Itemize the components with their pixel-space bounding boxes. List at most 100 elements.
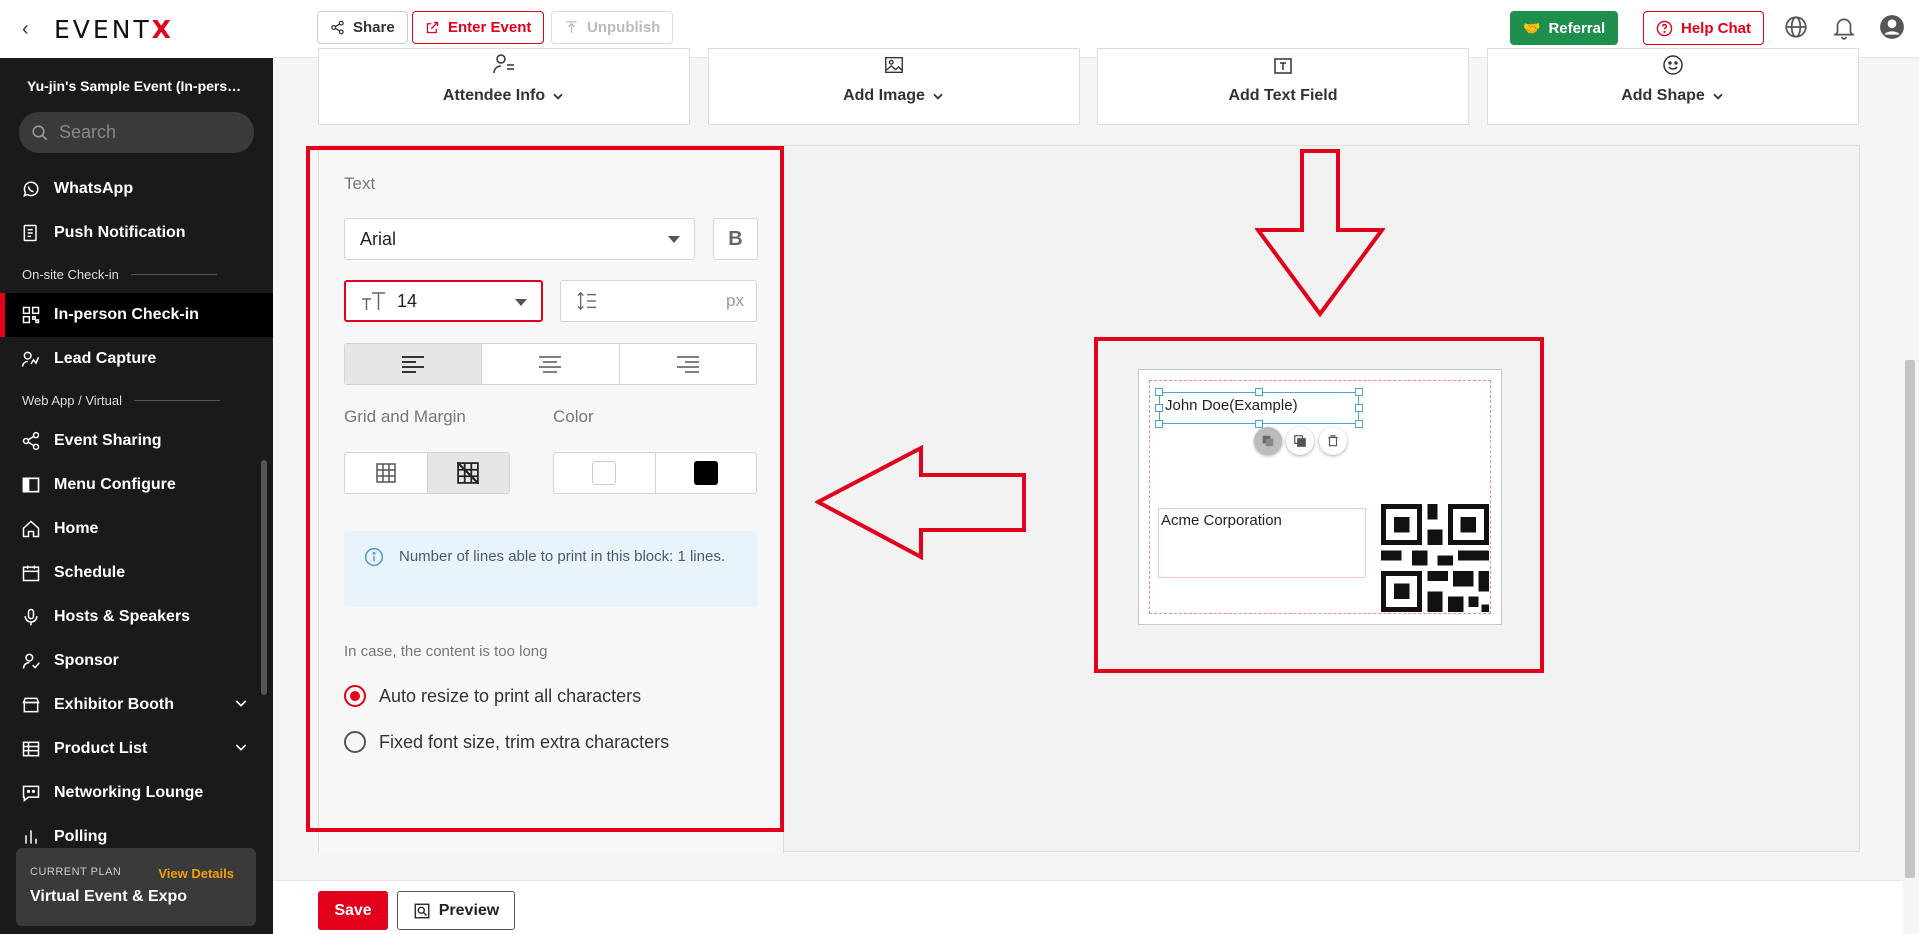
align-center-button[interactable] [482,344,620,384]
home-icon [20,518,42,540]
chevron-down-icon[interactable] [233,695,249,711]
resize-handle[interactable] [1155,388,1163,396]
sidebar-item-sponsor[interactable]: Sponsor [0,639,273,683]
unpublish-button[interactable]: Unpublish [551,11,674,44]
help-chat-button[interactable]: Help Chat [1643,11,1765,45]
align-left-button[interactable] [345,344,483,384]
main-scrollbar[interactable] [1905,360,1915,878]
attendee-info-tool[interactable]: Attendee Info [318,48,690,125]
qr-code-icon [20,304,42,326]
info-text: Number of lines able to print in this bl… [399,548,725,565]
referral-label: Referral [1548,19,1606,37]
grid-off-icon [457,462,480,484]
radio-unchecked[interactable] [344,731,366,753]
bell-icon[interactable] [1831,14,1857,40]
badge-canvas[interactable]: John Doe(Example) Acme Corporation [1138,369,1502,625]
bold-toggle[interactable]: B [713,218,758,260]
account-icon[interactable] [1879,14,1905,40]
sidebar-item-label: WhatsApp [54,180,134,197]
company-text-field[interactable]: Acme Corporation [1158,508,1366,578]
color-label: Color [553,407,594,426]
fixed-font-option[interactable]: Fixed font size, trim extra characters [344,731,669,753]
search-input[interactable] [59,122,229,143]
qr-code [1381,504,1489,612]
sidebar-item-whatsapp[interactable]: WhatsApp [0,167,273,211]
sidebar-item-label: Product List [54,740,148,757]
caret-down-icon [515,299,527,306]
resize-handle[interactable] [1355,404,1363,412]
resize-handle[interactable] [1255,388,1263,396]
align-right-button[interactable] [620,344,756,384]
resize-handle[interactable] [1355,388,1363,396]
lines-info-box: Number of lines able to print in this bl… [344,531,757,607]
resize-handle[interactable] [1255,420,1263,428]
save-button[interactable]: Save [318,891,388,930]
sidebar-item-product-list[interactable]: Product List [0,727,273,771]
grid-toggle-group [344,452,510,494]
view-details-link[interactable]: View Details [158,866,234,881]
trash-icon[interactable] [1319,427,1347,455]
smiley-icon [1663,55,1683,75]
sidebar-scrollbar[interactable] [261,460,267,695]
add-image-tool[interactable]: Add Image [708,48,1080,125]
align-right-icon [676,356,699,373]
sidebar-search[interactable] [19,112,254,153]
text-field-icon [1274,58,1292,74]
footer-bar [273,880,1903,934]
font-family-select[interactable]: Arial [344,218,695,260]
enter-event-button[interactable]: Enter Event [412,11,545,44]
sponsor-icon [20,650,42,672]
share-icon [20,430,42,452]
sidebar-item-label: Hosts & Speakers [54,608,191,625]
grid-margin-label: Grid and Margin [344,407,466,426]
font-size-select[interactable]: 14 [344,280,543,322]
text-color-swatch[interactable] [656,453,757,493]
badge-editor: Text Arial B 14 px Grid and Margin Color… [318,145,1860,853]
share-label: Share [353,19,395,36]
sidebar-item-networking-lounge[interactable]: Networking Lounge [0,771,273,815]
sidebar-item-schedule[interactable]: Schedule [0,551,273,595]
sidebar-item-event-sharing[interactable]: Event Sharing [0,419,273,463]
resize-handle[interactable] [1155,420,1163,428]
back-arrow-icon[interactable]: ‹ [22,18,36,41]
layer-icon[interactable] [1254,427,1282,455]
line-height-input[interactable]: px [560,280,757,322]
referral-button[interactable]: 🤝 Referral [1510,11,1619,45]
add-shape-tool[interactable]: Add Shape [1487,48,1859,125]
sidebar-item-exhibitor-booth[interactable]: Exhibitor Booth [0,683,273,727]
add-text-field-tool[interactable]: Add Text Field [1097,48,1469,125]
preview-button[interactable]: Preview [397,891,515,930]
sidebar-item-label: In-person Check-in [54,306,199,323]
sidebar-item-label: Home [54,520,99,537]
arrow-left-annotation [815,445,1026,560]
chevron-down-icon[interactable] [233,739,249,755]
sidebar-item-hosts-speakers[interactable]: Hosts & Speakers [0,595,273,639]
resize-handle[interactable] [1355,420,1363,428]
chevron-down-icon [553,93,563,100]
resize-handle[interactable] [1155,404,1163,412]
help-icon [1656,20,1673,36]
radio-checked[interactable] [344,685,366,707]
section-onsite-checkin: On-site Check-in [0,255,273,293]
sidebar-item-in-person-checkin[interactable]: In-person Check-in [0,293,273,337]
show-grid-button[interactable] [345,453,428,493]
background-color-swatch[interactable] [554,453,656,493]
sidebar-item-menu-configure[interactable]: Menu Configure [0,463,273,507]
search-icon [32,124,48,140]
sidebar-item-push-notification[interactable]: Push Notification [0,211,273,255]
duplicate-icon[interactable] [1286,427,1314,455]
globe-icon[interactable] [1783,14,1809,40]
eventx-logo[interactable]: EVENTX [54,15,174,44]
text-align-group [344,343,757,385]
align-left-icon [402,356,425,373]
share-button[interactable]: Share [317,11,408,44]
sidebar-item-home[interactable]: Home [0,507,273,551]
layout-icon [20,474,42,496]
sidebar-item-lead-capture[interactable]: Lead Capture [0,337,273,381]
preview-label: Preview [438,901,500,919]
grid-icon [376,463,396,483]
sidebar-header: ‹ EVENTX [0,0,273,58]
calendar-icon [20,562,42,584]
hide-grid-button[interactable] [427,453,509,493]
auto-resize-option[interactable]: Auto resize to print all characters [344,685,641,707]
